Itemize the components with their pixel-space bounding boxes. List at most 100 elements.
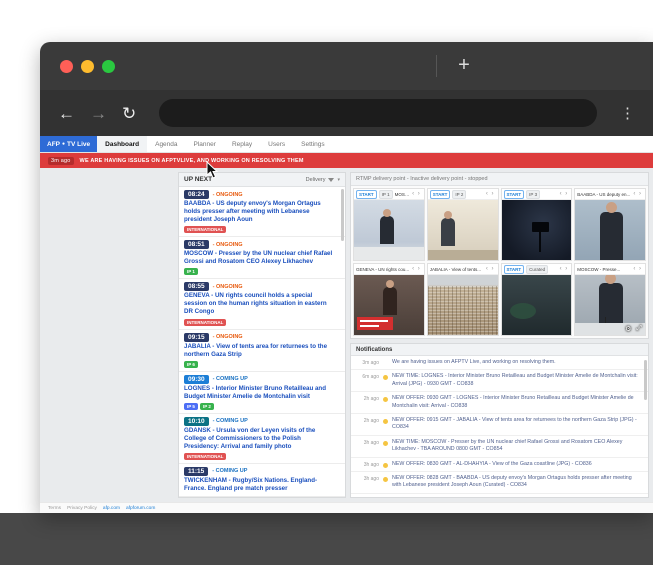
event-title[interactable]: MOSCOW - Presser by the UN nuclear chief…: [184, 250, 336, 266]
afp-tv-live-logo[interactable]: AFP ● TV Live: [40, 136, 97, 152]
window-controls: [60, 60, 115, 73]
delivery-badge: IP 6: [184, 361, 198, 368]
browser-toolbar: ← → ↻ ⋮: [40, 90, 653, 136]
video-thumbnail[interactable]: [502, 200, 572, 260]
notification-item[interactable]: 2h ago NEW OFFER: 0930 GMT - LOGNES - In…: [351, 392, 648, 414]
new-tab-button[interactable]: +: [450, 52, 478, 80]
delivery-point-badge: Curated: [526, 265, 548, 274]
nav-item-users[interactable]: Users: [260, 136, 293, 152]
prev-next-stream-icons[interactable]: ‹ ›: [633, 191, 643, 197]
notifications-list: 3m ago We are having issues on AFPTV Liv…: [351, 356, 648, 497]
right-column: RTMP delivery point - Inactive delivery …: [350, 172, 649, 498]
prev-next-stream-icons[interactable]: ‹ ›: [486, 266, 496, 272]
schedule-list: 08:24 ONGOING BAABDA - US deputy envoy's…: [179, 187, 345, 497]
status-label: ONGOING: [213, 334, 243, 340]
delivery-point-cell: START Curated ‹ ›: [501, 263, 573, 336]
event-title[interactable]: GDANSK - Ursula von der Leyen visits of …: [184, 427, 336, 451]
footer-link-afpforum[interactable]: afpforum.com: [126, 506, 155, 511]
schedule-item[interactable]: 10:10 COMING UP GDANSK - Ursula von der …: [179, 414, 345, 464]
speaker-figure: [383, 287, 397, 315]
event-title[interactable]: JABALIA - View of tents area for returne…: [184, 343, 336, 359]
notifications-scrollbar[interactable]: [644, 360, 647, 400]
start-stream-button[interactable]: START: [504, 265, 525, 274]
footer-link-afp[interactable]: afp.com: [103, 506, 120, 511]
stream-title: MOSCOW - Presse...: [577, 267, 631, 272]
close-window-icon[interactable]: [60, 60, 73, 73]
video-thumbnail[interactable]: [428, 275, 498, 335]
browser-window: + ← → ↻ ⋮ AFP ● TV Live Dashboard Agenda…: [40, 42, 653, 513]
logo-brand: AFP: [47, 141, 60, 148]
video-thumbnail[interactable]: [428, 200, 498, 260]
notification-time: 6m ago: [355, 373, 379, 380]
footer-link-privacy[interactable]: Privacy Policy: [67, 506, 97, 511]
notification-time: 2h ago: [355, 417, 379, 424]
time-badge: 08:24: [184, 190, 209, 199]
schedule-scrollbar[interactable]: [341, 189, 344, 241]
schedule-item[interactable]: 09:30 COMING UP LOGNES - Interior Minist…: [179, 372, 345, 414]
prev-next-stream-icons[interactable]: ‹ ›: [486, 191, 496, 197]
status-label: COMING UP: [213, 418, 248, 424]
podium-shape: [428, 250, 498, 260]
delivery-badge: IP 1: [184, 268, 198, 275]
address-bar[interactable]: [159, 99, 597, 127]
video-thumbnail[interactable]: [502, 275, 572, 335]
event-title[interactable]: TWICKENHAM - Rugby/Six Nations. England-…: [184, 477, 336, 493]
nav-item-agenda[interactable]: Agenda: [147, 136, 185, 152]
video-thumbnail[interactable]: [354, 275, 424, 335]
event-title[interactable]: BAABDA - US deputy envoy's Morgan Ortagu…: [184, 200, 336, 224]
stream-title: MOSCOW - Presser by t...: [395, 192, 410, 197]
event-title[interactable]: LOGNES - Interior Minister Bruno Retaill…: [184, 385, 336, 401]
notification-item[interactable]: 6m ago NEW TIME: LOGNES - Interior Minis…: [351, 370, 648, 392]
prev-next-stream-icons[interactable]: ‹ ›: [560, 191, 570, 197]
video-thumbnail[interactable]: [354, 200, 424, 260]
schedule-item[interactable]: 09:15 ONGOING JABALIA - View of tents ar…: [179, 330, 345, 372]
schedule-item[interactable]: 08:51 ONGOING MOSCOW - Presser by the UN…: [179, 237, 345, 279]
zoom-window-icon[interactable]: [102, 60, 115, 73]
start-stream-button[interactable]: START: [504, 190, 525, 199]
delivery-point-cell: START IP 2 ‹ ›: [427, 188, 499, 261]
notification-item[interactable]: 3m ago We are having issues on AFPTV Liv…: [351, 356, 648, 370]
nav-item-settings[interactable]: Settings: [293, 136, 333, 152]
notifications-header: Notifications: [351, 344, 648, 356]
prev-next-stream-icons[interactable]: ‹ ›: [560, 266, 570, 272]
footer-link-terms[interactable]: Terms: [48, 506, 61, 511]
back-icon[interactable]: ←: [58, 105, 75, 122]
schedule-item[interactable]: 08:24 ONGOING BAABDA - US deputy envoy's…: [179, 187, 345, 237]
prev-next-stream-icons[interactable]: ‹ ›: [633, 266, 643, 272]
notification-dot-icon: [383, 361, 388, 366]
schedule-item[interactable]: 08:55 ONGOING GENEVA - UN rights council…: [179, 279, 345, 329]
notification-dot-icon: [383, 463, 388, 468]
start-stream-button[interactable]: START: [430, 190, 451, 199]
time-badge: 09:30: [184, 375, 209, 384]
status-label: ONGOING: [213, 242, 243, 248]
tab-divider: [436, 55, 437, 77]
notification-text: NEW OFFER: 0828 GMT - BAABDA - US deputy…: [392, 475, 638, 490]
video-thumbnail[interactable]: [575, 200, 645, 260]
event-title[interactable]: GENEVA - UN rights council holds a speci…: [184, 292, 336, 316]
time-badge: 08:55: [184, 282, 209, 291]
notification-time: 2h ago: [355, 395, 379, 402]
prev-next-stream-icons[interactable]: ‹ ›: [412, 191, 422, 197]
delivery-filter-label: Delivery: [306, 177, 326, 183]
forward-icon[interactable]: →: [90, 105, 107, 122]
schedule-item[interactable]: 11:15 COMING UP TWICKENHAM - Rugby/Six N…: [179, 464, 345, 497]
start-stream-button[interactable]: START: [356, 190, 377, 199]
notification-item[interactable]: 2h ago NEW OFFER: 0915 GMT - JABALIA - V…: [351, 414, 648, 436]
reload-icon[interactable]: ↻: [122, 105, 136, 122]
delivery-points-header: RTMP delivery point - Inactive delivery …: [351, 173, 648, 186]
delivery-filter[interactable]: Delivery ▾: [306, 177, 340, 183]
minimize-window-icon[interactable]: [81, 60, 94, 73]
notification-item[interactable]: 3h ago NEW OFFER: 0828 GMT - BAABDA - US…: [351, 472, 648, 494]
prev-next-stream-icons[interactable]: ‹ ›: [412, 266, 422, 272]
browser-menu-icon[interactable]: ⋮: [620, 104, 635, 122]
stream-title: JABALIA - View of tents...: [430, 267, 484, 272]
notification-time: 3m ago: [355, 359, 379, 366]
notification-item[interactable]: 3h ago NEW TIME: MOSCOW - Presser by the…: [351, 436, 648, 458]
nav-item-dashboard[interactable]: Dashboard: [97, 136, 147, 152]
browser-titlebar: +: [40, 42, 653, 90]
fullscreen-icon[interactable]: ⤢: [636, 325, 642, 333]
notification-item[interactable]: 3h ago NEW OFFER: 0830 GMT - AL-DHAHYIA …: [351, 458, 648, 472]
nav-item-replay[interactable]: Replay: [224, 136, 260, 152]
settings-gear-icon[interactable]: ⚙: [625, 325, 631, 333]
nav-item-planner[interactable]: Planner: [186, 136, 224, 152]
